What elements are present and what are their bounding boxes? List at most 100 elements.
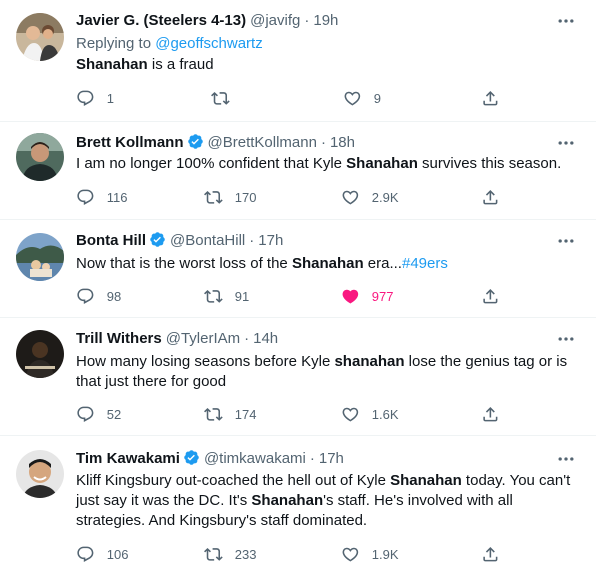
retweet-icon [211, 91, 230, 105]
reply-icon [77, 90, 94, 106]
author-name[interactable]: Bonta Hill [76, 232, 146, 249]
more-icon[interactable] [556, 231, 576, 251]
reply-count: 98 [106, 288, 122, 304]
more-icon[interactable] [556, 329, 576, 349]
share-button[interactable] [481, 404, 500, 424]
like-count: 9 [373, 90, 381, 106]
retweet-count: 233 [234, 546, 257, 562]
avatar[interactable] [16, 13, 64, 61]
share-icon [483, 189, 498, 205]
highlighted-term: Shanahan [76, 56, 148, 73]
retweet-button[interactable]: 91 [204, 286, 249, 306]
tweet[interactable]: Tim Kawakami @timkawakami · 17h Kliff Kings… [0, 436, 596, 577]
timestamp[interactable]: 17h [258, 232, 283, 249]
tweet[interactable]: Trill Withers @TylerIAm · 14h How many losi… [0, 318, 596, 436]
like-button[interactable]: 1.6K [341, 404, 399, 424]
share-button[interactable] [481, 187, 500, 207]
avatar[interactable] [16, 133, 64, 181]
tweet-text: Kliff Kingsbury out-coached the hell out… [76, 471, 578, 531]
retweet-count: 170 [234, 189, 257, 205]
retweet-button[interactable]: 170 [204, 187, 256, 207]
heart-icon [342, 407, 359, 422]
separator-dot: · [304, 12, 310, 29]
tweet-actions: 52 174 1.6K [76, 404, 506, 424]
reply-button[interactable]: 98 [76, 286, 121, 306]
tweet[interactable]: Brett Kollmann @BrettKollmann · 18h I am no… [0, 122, 596, 220]
separator-dot: · [320, 134, 326, 151]
reply-count: 116 [106, 189, 128, 205]
highlighted-term: Shanahan [251, 492, 324, 509]
like-count: 977 [371, 288, 394, 304]
timestamp[interactable]: 14h [253, 330, 278, 347]
author-name[interactable]: Brett Kollmann [76, 134, 184, 151]
text-segment: is a fraud [147, 56, 214, 73]
verified-badge-icon [184, 450, 199, 465]
like-count: 1.9K [371, 546, 399, 562]
heart-icon [342, 289, 359, 304]
avatar[interactable] [16, 233, 64, 281]
replying-to: Replying to @geoffschwartz [76, 34, 263, 54]
tweet-actions: 116 170 2.9K [76, 187, 506, 207]
like-button[interactable]: 1.9K [341, 544, 399, 564]
highlighted-term: Shanahan [346, 155, 418, 172]
reply-button[interactable]: 116 [76, 187, 127, 207]
reply-count: 1 [106, 90, 114, 106]
share-icon [483, 90, 498, 106]
timestamp[interactable]: 17h [319, 450, 344, 467]
tweet[interactable]: Javier G. (Steelers 4-13) @javifg · 19h Rep… [0, 0, 596, 122]
author-name[interactable]: Javier G. (Steelers 4-13) [76, 12, 246, 29]
replying-to-link[interactable]: @geoffschwartz [155, 35, 263, 52]
reply-icon [77, 189, 94, 205]
like-button[interactable]: 9 [343, 88, 381, 108]
author-name[interactable]: Tim Kawakami [76, 450, 180, 467]
separator-dot: · [309, 450, 315, 467]
separator-dot: · [244, 330, 250, 347]
retweet-button[interactable]: 174 [204, 404, 256, 424]
share-button[interactable] [481, 88, 500, 108]
text-segment: just say it was the DC. It's [76, 492, 252, 509]
share-icon [483, 546, 498, 562]
text-segment: survives this season. [417, 155, 562, 172]
like-count: 1.6K [371, 406, 399, 422]
share-button[interactable] [481, 544, 500, 564]
share-icon [483, 288, 498, 304]
timestamp[interactable]: 19h [313, 12, 338, 29]
share-button[interactable] [481, 286, 500, 306]
avatar[interactable] [16, 330, 64, 378]
reply-icon [77, 288, 94, 304]
text-segment: strategies. And Kingsbury's staff domina… [76, 512, 368, 529]
tweet-text: Now that is the worst loss of the Shanah… [76, 254, 578, 274]
text-segment: I am no longer 100% confident that Kyle [76, 155, 347, 172]
more-icon[interactable] [556, 133, 576, 153]
timestamp[interactable]: 18h [330, 134, 355, 151]
share-icon [483, 406, 498, 422]
retweet-button[interactable]: 233 [204, 544, 256, 564]
retweet-icon [204, 190, 223, 204]
tweet[interactable]: Bonta Hill @BontaHill · 17h Now that is the… [0, 220, 596, 318]
author-name[interactable]: Trill Withers [76, 330, 162, 347]
author-handle[interactable]: @timkawakami [204, 450, 306, 467]
reply-button[interactable]: 52 [76, 404, 121, 424]
reply-icon [77, 546, 94, 562]
hashtag-link[interactable]: #49ers [402, 255, 448, 272]
highlighted-term: Shanahan [390, 472, 462, 489]
text-segment: Now that is the worst loss of the [76, 255, 292, 272]
tweet-actions: 106 233 1.9K [76, 544, 506, 564]
like-button[interactable]: 2.9K [341, 187, 399, 207]
like-button[interactable]: 977 [341, 286, 393, 306]
tweet-actions: 98 91 977 [76, 286, 506, 306]
author-handle[interactable]: @BontaHill [170, 232, 245, 249]
more-icon[interactable] [556, 449, 576, 469]
author-handle[interactable]: @javifg [250, 12, 300, 29]
like-count: 2.9K [371, 189, 399, 205]
author-handle[interactable]: @TylerIAm [166, 330, 240, 347]
avatar[interactable] [16, 450, 64, 498]
verified-badge-icon [187, 134, 203, 149]
more-icon[interactable] [556, 11, 576, 31]
author-handle[interactable]: @BrettKollmann [208, 134, 317, 151]
tweet-header: Bonta Hill @BontaHill · 17h [76, 231, 556, 251]
reply-button[interactable]: 106 [76, 544, 128, 564]
retweet-button[interactable] [211, 88, 242, 108]
retweet-count: 174 [234, 406, 257, 422]
reply-button[interactable]: 1 [76, 88, 114, 108]
